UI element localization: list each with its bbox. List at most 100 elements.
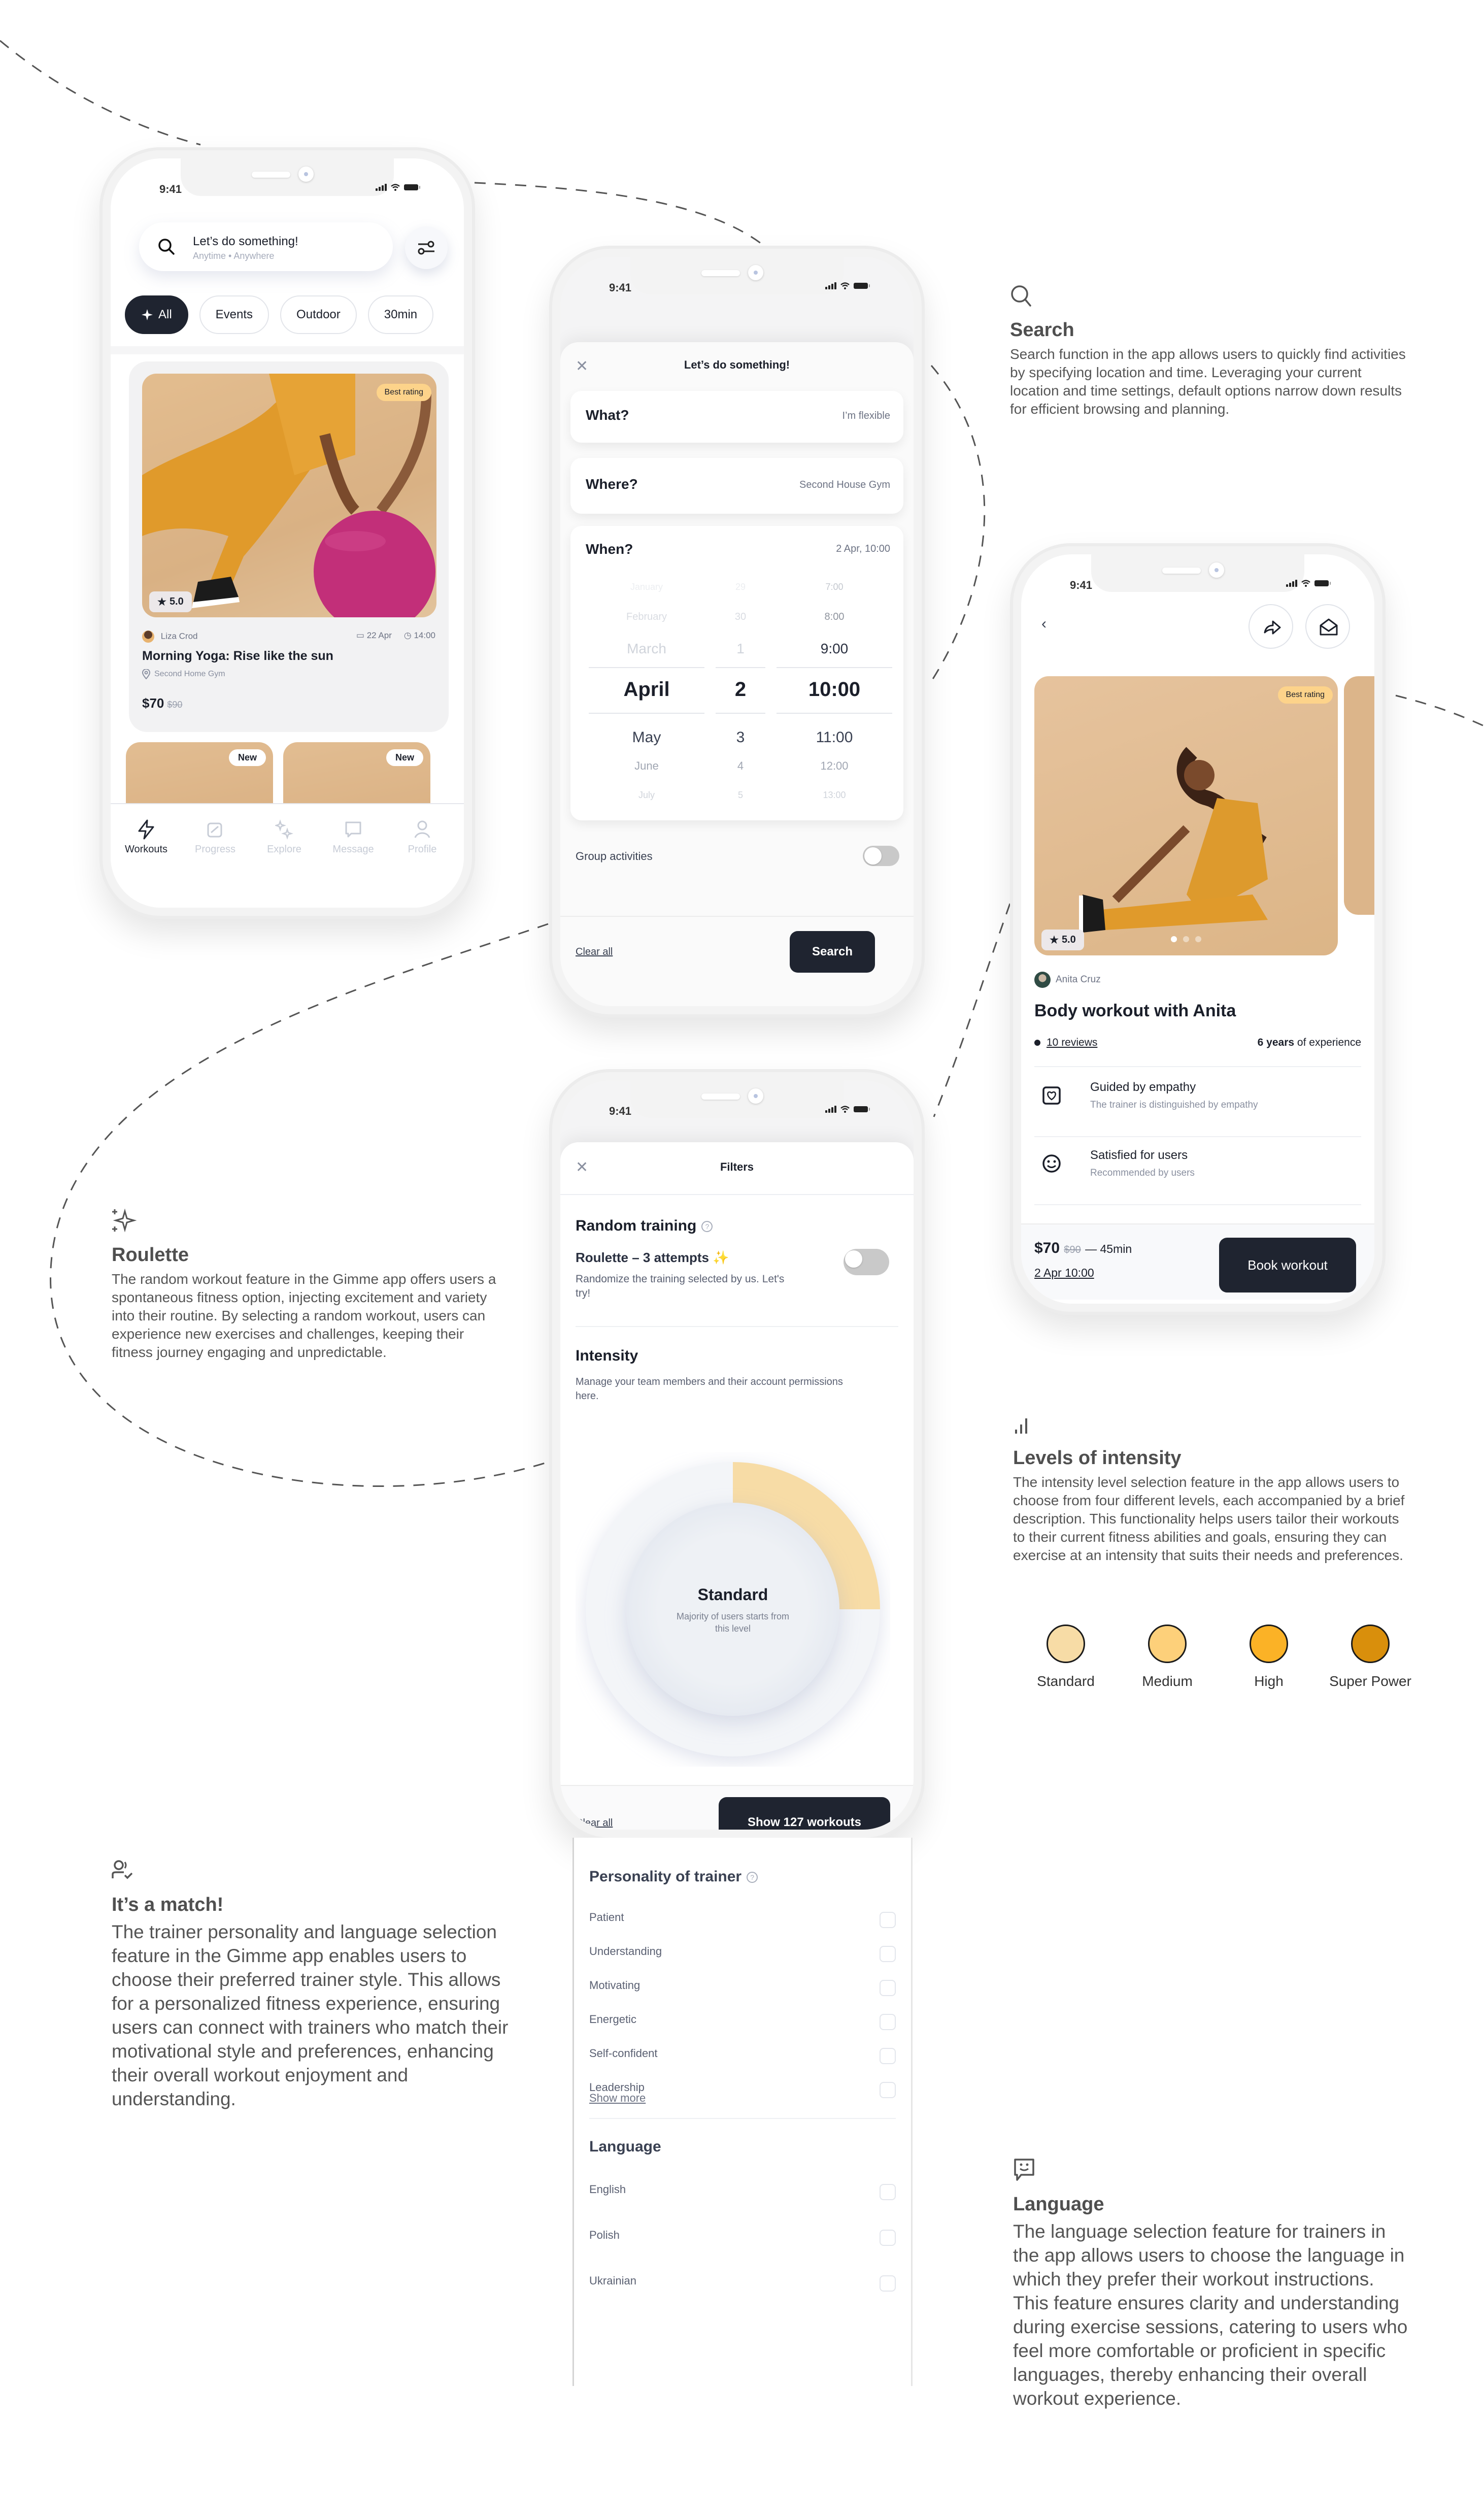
picker-selected-value[interactable]: 2 [713,678,768,701]
annotation-body: The trainer personality and language sel… [112,1921,509,2109]
picker-option[interactable]: February [586,611,707,623]
picker-option[interactable]: 1 [713,641,768,657]
search-button[interactable]: Search [790,931,875,973]
reviews-link[interactable]: 10 reviews [1047,1037,1097,1048]
phone-home: 9:41 Let’s do something! Anytime • Anywh… [99,147,475,919]
carousel-dot[interactable] [1171,936,1177,942]
picker-option[interactable]: 30 [713,611,768,623]
connector-4 [1395,694,1484,727]
help-icon[interactable]: ? [747,1872,758,1883]
tab-explore[interactable]: Explore [249,819,320,855]
carousel-dot[interactable] [1183,936,1189,942]
intensity-dial-svg[interactable]: Standard Majority of users starts from t… [576,1452,890,1767]
picker-option[interactable]: 12:00 [773,759,895,773]
picker-option[interactable]: March [586,641,707,657]
checkbox[interactable] [880,2184,896,2200]
picker-option[interactable]: 4 [713,759,768,773]
price-current: $70 [1034,1240,1060,1256]
divider [589,2118,896,2119]
tab-message[interactable]: Message [318,819,389,855]
booking-footer: $70 $90 — 45min 2 Apr 10:00 Book workout [1021,1223,1374,1300]
picker-option[interactable]: 9:00 [773,641,895,657]
workout-image-carousel[interactable]: Best rating ★ 5.0 [1034,676,1338,955]
group-activities-toggle[interactable] [863,846,899,866]
checkbox-row[interactable]: Patient [589,1911,896,1931]
workout-illustration [1079,747,1268,933]
checkbox-label: English [589,2183,626,2196]
checkbox[interactable] [880,1912,896,1928]
checkbox[interactable] [880,1946,896,1962]
checkbox-row[interactable]: Ukrainian [589,2274,896,2295]
picker-column-months[interactable]: January February March April May June July [586,582,707,805]
checkbox[interactable] [880,2048,896,2064]
checkbox[interactable] [880,2275,896,2292]
roulette-toggle[interactable] [844,1249,889,1275]
clear-all-link[interactable]: Clear all [576,946,613,958]
help-icon[interactable]: ? [701,1221,713,1233]
trainer-row: Anita Cruz [1034,972,1101,988]
location-name: Second Home Gym [154,670,225,678]
tab-workouts[interactable]: Workouts [111,819,182,855]
next-image-peek[interactable] [1344,676,1374,915]
chip-events[interactable]: Events [199,295,269,334]
picker-option[interactable]: May [586,729,707,746]
picker-option[interactable]: 7:00 [773,582,895,592]
clock-icon: ◷ [403,631,412,640]
annotation-search: Search Search function in the app allows… [1010,284,1411,418]
share-button[interactable] [1249,604,1293,649]
picker-option[interactable]: 11:00 [773,729,895,746]
reviews-row: 10 reviews 6 years of experience [1034,1037,1361,1049]
what-label: What? [586,407,629,423]
picker-option[interactable]: 3 [713,729,768,746]
show-workouts-button[interactable]: Show 127 workouts [719,1797,890,1830]
checkbox[interactable] [880,2230,896,2246]
chip-30min[interactable]: 30min [367,295,434,334]
picker-selected-value[interactable]: April [586,678,707,701]
show-more-link[interactable]: Show more [589,2092,646,2105]
checkbox[interactable] [880,2082,896,2098]
clear-all-link[interactable]: Clear all [576,1817,613,1829]
chip-outdoor[interactable]: Outdoor [280,295,357,334]
carousel-dot[interactable] [1195,936,1201,942]
picker-option[interactable]: 13:00 [773,790,895,801]
picker-column-days[interactable]: 29 30 1 2 3 4 5 [713,582,768,805]
where-field[interactable]: Where? Second House Gym [570,458,903,514]
message-trainer-button[interactable] [1305,604,1350,649]
picker-option[interactable]: 29 [713,582,768,592]
when-field[interactable]: When? 2 Apr, 10:00 January February March A… [570,526,903,820]
chip-all[interactable]: All [125,295,188,334]
tab-label: Progress [194,844,236,855]
checkbox-row[interactable]: Self-confident [589,2047,896,2067]
back-icon[interactable]: ‹ [1041,615,1047,633]
picker-selection-line [589,667,704,668]
booking-datetime[interactable]: 2 Apr 10:00 [1034,1266,1094,1280]
wifi-icon [840,282,850,289]
picker-option[interactable]: 5 [713,790,768,801]
workout-card[interactable]: Best rating ★ 5.0 Liza Crod ▭ 22 Apr ◷ 1… [129,361,449,732]
filter-button[interactable] [405,226,448,269]
picker-option[interactable]: June [586,759,707,773]
picker-option[interactable]: 8:00 [773,611,895,623]
book-workout-button[interactable]: Book workout [1219,1238,1356,1292]
roulette-title: Roulette – 3 attempts ✨ [576,1250,729,1266]
date-time-picker[interactable]: January February March April May June July 29 30… [586,582,892,805]
checkbox[interactable] [880,2014,896,2030]
checkbox-row[interactable]: Understanding [589,1945,896,1965]
checkbox-row[interactable]: Energetic [589,2013,896,2033]
picker-column-hours[interactable]: 7:00 8:00 9:00 10:00 11:00 12:00 13:00 [773,582,895,805]
what-field[interactable]: What? I’m flexible [570,391,903,443]
checkbox-row[interactable]: Motivating [589,1979,896,1999]
picker-option[interactable]: January [586,582,707,592]
status-time: 9:41 [159,183,182,195]
intensity-dial[interactable]: Standard Majority of users starts from t… [576,1452,890,1767]
workout-title: Body workout with Anita [1034,1001,1236,1020]
tab-progress[interactable]: Progress [180,819,251,855]
search-bar[interactable]: Let’s do something! Anytime • Anywhere [139,222,393,271]
picker-selected-value[interactable]: 10:00 [773,678,895,701]
checkbox-row[interactable]: Polish [589,2229,896,2249]
tab-profile[interactable]: Profile [387,819,458,855]
signal-icon [825,282,836,289]
checkbox-row[interactable]: English [589,2183,896,2203]
picker-option[interactable]: July [586,790,707,801]
checkbox[interactable] [880,1980,896,1996]
